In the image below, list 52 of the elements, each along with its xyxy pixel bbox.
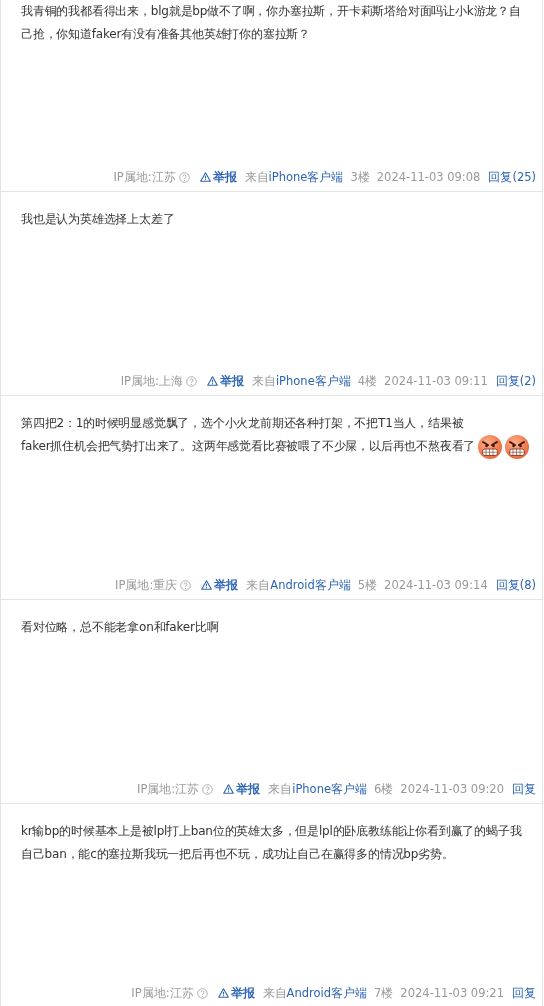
question-icon[interactable] bbox=[178, 171, 190, 183]
post-text: kr输bp的时候基本上是被lpl打上ban位的英雄太多，但是lpl的卧底教练能让你看到赢了的蝎子我自己ban，能c的塞拉斯我玩一把后再也不玩，成功让自己在赢得多的情况bp劣势。 bbox=[21, 824, 522, 861]
report-link[interactable]: 举报 bbox=[223, 781, 261, 797]
question-icon[interactable] bbox=[196, 987, 208, 999]
reply-link[interactable]: 回复 bbox=[512, 985, 536, 1001]
question-icon[interactable] bbox=[185, 375, 197, 387]
ip-location: IP属地:重庆 bbox=[115, 577, 178, 593]
post-text: 我也是认为英雄选择上太差了 bbox=[21, 212, 175, 226]
floor-number: 6楼 bbox=[374, 781, 394, 797]
reply-link[interactable]: 回复(2) bbox=[495, 373, 536, 389]
floor-number: 5楼 bbox=[357, 577, 378, 593]
reply-link[interactable]: 回复 bbox=[512, 781, 536, 797]
report-link[interactable]: 举报 bbox=[199, 169, 237, 185]
reply-link[interactable]: 回复(8) bbox=[495, 577, 536, 593]
report-link[interactable]: 举报 bbox=[206, 373, 244, 389]
post-time: 2024-11-03 09:11 bbox=[384, 374, 488, 388]
angry-face-icon bbox=[477, 434, 503, 460]
ip-location: IP属地:江苏 bbox=[131, 985, 194, 1001]
post-text: 第四把2：1的时候明显感觉飘了，选个小火龙前期还各种打架，不把T1当人，结果被faker抓住机会把气势打出来了。这两年感觉看比赛被喂了不少屎，以后再也不熬夜看了 bbox=[21, 415, 476, 455]
post-time: 2024-11-03 09:21 bbox=[400, 986, 504, 1000]
ip-location: IP属地:上海 bbox=[120, 373, 183, 389]
floor-number: 4楼 bbox=[357, 373, 378, 389]
angry-face-icon bbox=[504, 434, 530, 460]
post-time: 2024-11-03 09:20 bbox=[400, 782, 504, 796]
warning-icon bbox=[217, 988, 229, 998]
client-link[interactable]: iPhone客户端 bbox=[268, 169, 344, 185]
source-label: 来自 bbox=[244, 169, 269, 185]
warning-icon bbox=[199, 172, 211, 182]
reply-link[interactable]: 回复(25) bbox=[488, 169, 536, 185]
report-link[interactable]: 举报 bbox=[201, 577, 239, 593]
client-link[interactable]: iPhone客户端 bbox=[292, 781, 368, 797]
source-label: 来自 bbox=[262, 985, 287, 1001]
question-icon[interactable] bbox=[180, 579, 192, 591]
floor-number: 3楼 bbox=[350, 169, 370, 185]
client-link[interactable]: iPhone客户端 bbox=[275, 373, 351, 389]
client-link[interactable]: Android客户端 bbox=[270, 577, 351, 593]
floor-number: 7楼 bbox=[374, 985, 394, 1001]
client-link[interactable]: Android客户端 bbox=[286, 985, 368, 1001]
post-text: 我青铜的我都看得出来，blg就是bp做不了啊，你办塞拉斯，开卡莉斯塔给对面吗让小k游龙？自己抢，你知道faker有没有准备其他英雄打你的塞拉斯？ bbox=[21, 4, 521, 41]
source-label: 来自 bbox=[251, 373, 276, 389]
post-time: 2024-11-03 09:14 bbox=[384, 578, 488, 592]
warning-icon bbox=[201, 580, 213, 590]
source-label: 来自 bbox=[268, 781, 293, 797]
warning-icon bbox=[223, 784, 235, 794]
post-time: 2024-11-03 09:08 bbox=[376, 170, 481, 184]
post-text: 看对位略，总不能老拿on和faker比啊 bbox=[21, 620, 219, 634]
ip-location: IP属地:江苏 bbox=[113, 169, 176, 185]
question-icon[interactable] bbox=[202, 783, 214, 795]
ip-location: IP属地:江苏 bbox=[137, 781, 200, 797]
report-link[interactable]: 举报 bbox=[217, 985, 255, 1001]
source-label: 来自 bbox=[246, 577, 271, 593]
warning-icon bbox=[206, 376, 218, 386]
